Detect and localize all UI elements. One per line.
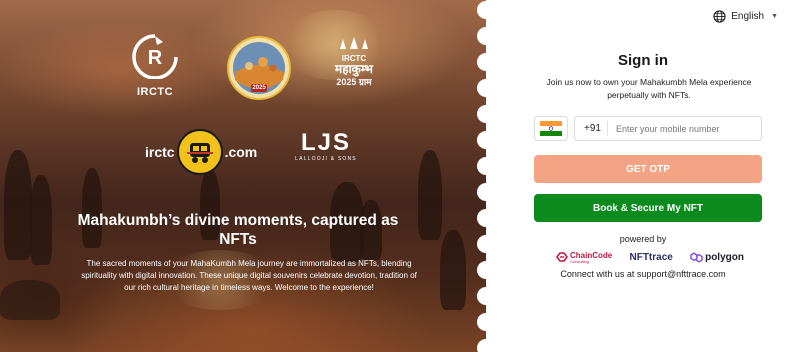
irctc-wordmark: IRCTC [136,86,174,98]
language-label: English [731,11,765,22]
mahakumbh-mela-badge: 2025 [227,36,291,100]
chaincode-logo: ChainCode Consulting [556,251,612,264]
support-contact: Connect with us at support@nfttrace.com [560,269,726,279]
signin-subtitle: Join us now to own your Mahakumbh Mela e… [546,77,752,100]
chaincode-icon [556,252,568,262]
language-selector[interactable]: English ▼ [713,10,778,23]
signin-title: Sign in [618,52,668,69]
mahakumbh-2025-logo: IRCTC महाकुम्भ 2025 ग्राम [322,36,386,96]
hero-banner: R IRCTC 2025 IRCTC महाकुम्भ 2025 ग्राम i… [0,0,486,352]
chevron-down-icon: ▼ [771,13,778,20]
irctc-logo: R IRCTC [128,33,182,98]
hero-title: Mahakumbh’s divine moments, captured as … [77,212,399,248]
polygon-icon [690,251,703,263]
irctc-emblem-icon: R [132,34,178,80]
book-secure-nft-button[interactable]: Book & Secure My NFT [534,194,762,222]
mobile-number-input[interactable] [607,123,748,134]
india-flag-icon [540,121,562,136]
signin-panel: English ▼ Sign in Join us now to own you… [486,0,800,352]
svg-text:R: R [148,47,163,69]
country-code: +91 [575,121,608,136]
chaincode-sub: Consulting [570,258,589,264]
get-otp-button[interactable]: GET OTP [534,155,762,183]
irctc-com-left: irctc [145,144,175,160]
ljs-subtitle: LALLOOJI & SONS [295,156,357,162]
country-selector[interactable] [534,116,568,141]
nfttrace-logo: NFTtrace [629,251,673,263]
irctc-com-logo: irctc .com [145,129,257,175]
globe-icon [713,10,726,23]
ljs-wordmark: LJS [300,129,351,156]
temple-spires-icon [340,37,368,49]
partner-logos: ChainCode Consulting NFTtrace polygon [556,249,744,265]
polygon-name: polygon [705,251,744,263]
irctc-com-right: .com [224,144,258,160]
polygon-logo: polygon [690,252,744,263]
kumbh-logo-year: 2025 ग्राम [336,77,372,87]
powered-by-label: powered by [619,234,667,244]
ljs-logo: LJS LALLOOJI & SONS [290,129,362,163]
mobile-number-field: +91 [574,116,762,141]
train-badge-icon [176,129,223,175]
hero-description: The sacred moments of your MahaKumbh Mel… [81,259,417,292]
mela-badge-year: 2025 [252,85,266,91]
kumbh-logo-title: महाकुम्भ [335,62,373,76]
